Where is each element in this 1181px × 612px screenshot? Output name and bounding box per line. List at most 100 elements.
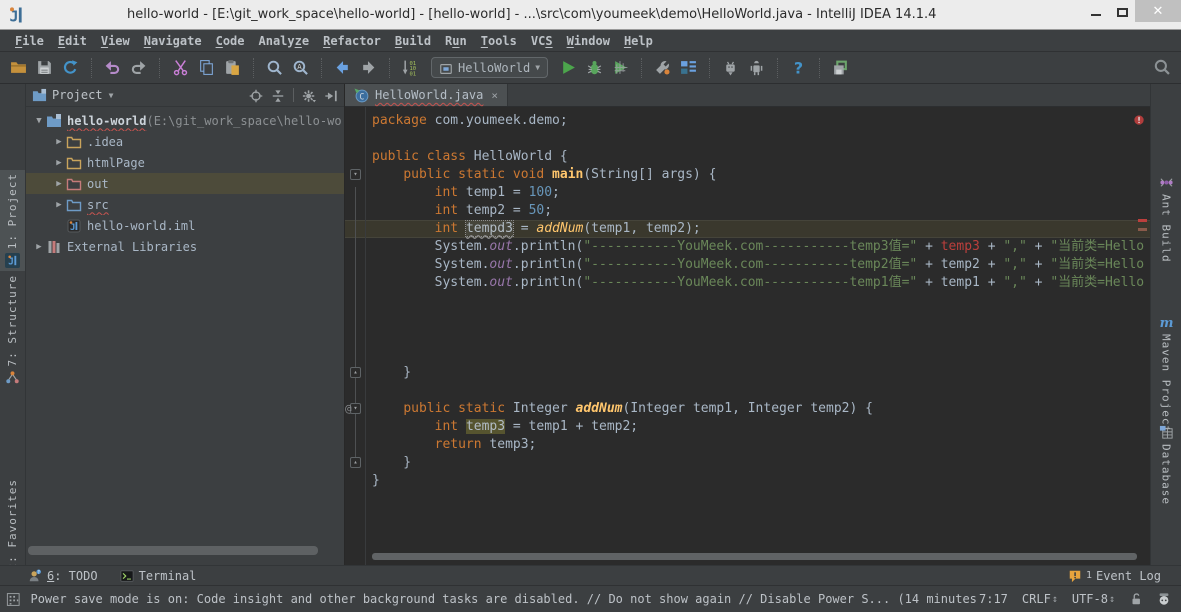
menu-vcs[interactable]: VCS (524, 32, 560, 50)
toolwindow-quick-access-icon[interactable] (6, 592, 20, 607)
event-log-button[interactable]: 1 Event Log (1068, 569, 1161, 583)
install-plugin-icon[interactable] (832, 59, 849, 76)
tree-item--idea[interactable]: ▶.idea (26, 131, 344, 152)
tree-item-external-libraries[interactable]: ▶External Libraries (26, 236, 344, 257)
tree-item-htmlpage[interactable]: ▶htmlPage (26, 152, 344, 173)
menu-edit[interactable]: Edit (51, 32, 94, 50)
caret-position-widget[interactable]: 7:17 (979, 592, 1008, 606)
toolbar-separator (91, 58, 92, 78)
toolbar-separator (777, 58, 778, 78)
fold-collapse-icon[interactable]: ▾ (350, 169, 361, 180)
menu-navigate[interactable]: Navigate (137, 32, 209, 50)
code-editor[interactable]: ▾▴▾▴@ package com.youmeek.demo;public cl… (345, 107, 1150, 565)
status-message[interactable]: Power save mode is on: Code insight and … (30, 592, 979, 606)
tree-collapsed-icon[interactable]: ▶ (52, 158, 66, 168)
replace-icon[interactable]: A (292, 59, 309, 76)
back-icon[interactable] (334, 59, 351, 76)
help-icon[interactable]: ? (790, 59, 807, 76)
tree-item-hello-world[interactable]: ▼hello-world (E:\git_work_space\hello-wo (26, 110, 344, 131)
tab-label: HelloWorld.java (375, 88, 483, 102)
warning-stripe-mark[interactable] (1138, 228, 1147, 231)
menu-analyze[interactable]: Analyze (252, 32, 317, 50)
debug-icon[interactable] (586, 59, 603, 76)
window-controls: ✕ (1083, 0, 1181, 30)
code-line-8: System.out.println("-----------YouMeek.c… (372, 238, 1144, 256)
search-everywhere-icon[interactable] (1153, 58, 1171, 76)
project-structure-icon[interactable] (680, 59, 697, 76)
toolbar-separator (709, 58, 710, 78)
menu-build[interactable]: Build (388, 32, 438, 50)
cut-icon[interactable] (172, 59, 189, 76)
stripe-structure[interactable]: 7: Structure (0, 272, 25, 388)
fold-expand-icon[interactable]: ▴ (350, 367, 361, 378)
open-folder-icon[interactable] (10, 59, 27, 76)
tree-item-hello-world-iml[interactable]: Jhello-world.iml (26, 215, 344, 236)
toolwindow-todo[interactable]: ? 6: TODO (28, 569, 98, 583)
hide-panel-icon[interactable] (324, 88, 338, 102)
code-line-11 (372, 292, 1144, 310)
error-stripe-mark[interactable] (1138, 219, 1147, 222)
project-view-dropdown-icon[interactable]: ▼ (109, 91, 114, 100)
tree-item-out[interactable]: ▶out (26, 173, 344, 194)
project-panel-title[interactable]: Project (52, 88, 103, 102)
menu-tools[interactable]: Tools (474, 32, 524, 50)
android-sdk-icon[interactable] (748, 59, 765, 76)
stripe-project[interactable]: 1: ProjectJ (0, 170, 25, 271)
menu-refactor[interactable]: Refactor (316, 32, 388, 50)
synchronize-icon[interactable] (62, 59, 79, 76)
code-line-9: System.out.println("-----------YouMeek.c… (372, 256, 1144, 274)
encoding-widget[interactable]: UTF-8↕ (1072, 592, 1115, 606)
tree-collapsed-icon[interactable]: ▶ (52, 137, 66, 147)
coverage-icon[interactable] (612, 59, 629, 76)
tab-close-icon[interactable]: × (491, 89, 498, 102)
run-configuration-select[interactable]: HelloWorld▼ (431, 57, 548, 78)
save-icon[interactable] (36, 59, 53, 76)
minimize-button[interactable] (1083, 0, 1109, 22)
stripe-database[interactable]: Database (1151, 422, 1181, 508)
tree-item-label: hello-world (67, 114, 146, 128)
paste-icon[interactable] (224, 59, 241, 76)
code-line-3: public class HelloWorld { (372, 148, 1144, 166)
stripe-label: 2: Favorites (6, 479, 19, 570)
tab-helloworld-java[interactable]: C HelloWorld.java × (345, 84, 508, 106)
undo-icon[interactable] (104, 59, 121, 76)
menu-view[interactable]: View (94, 32, 137, 50)
unlock-icon[interactable] (1129, 592, 1143, 606)
line-separator-widget[interactable]: CRLF↕ (1022, 592, 1058, 606)
menu-code[interactable]: Code (209, 32, 252, 50)
close-button[interactable]: ✕ (1135, 0, 1181, 22)
collapse-all-icon[interactable] (271, 88, 285, 102)
editor-horizontal-scrollbar[interactable] (372, 553, 1137, 560)
menu-run[interactable]: Run (438, 32, 474, 50)
settings-icon[interactable] (654, 59, 671, 76)
tree-collapsed-icon[interactable]: ▶ (52, 200, 66, 210)
avd-manager-icon[interactable] (722, 59, 739, 76)
toolbar-separator (321, 58, 322, 78)
tree-collapsed-icon[interactable]: ▶ (32, 242, 46, 252)
tree-item-src[interactable]: ▶src (26, 194, 344, 215)
gear-icon[interactable] (302, 88, 316, 102)
menu-file[interactable]: File (8, 32, 51, 50)
tree-expanded-icon[interactable]: ▼ (32, 116, 46, 126)
hector-inspector-icon[interactable] (1157, 592, 1171, 606)
updown-icon: ↕ (1109, 594, 1115, 605)
tree-collapsed-icon[interactable]: ▶ (52, 179, 66, 189)
project-horizontal-scrollbar[interactable] (28, 546, 318, 555)
redo-icon[interactable] (130, 59, 147, 76)
sort-lines-icon[interactable]: 011001 (402, 59, 419, 76)
run-icon[interactable] (560, 59, 577, 76)
error-indicator-icon[interactable] (1133, 111, 1145, 123)
menu-window[interactable]: Window (560, 32, 617, 50)
window-title: hello-world - [E:\git_work_space\hello-w… (127, 7, 936, 22)
ant-icon (1159, 175, 1174, 190)
maximize-button[interactable] (1109, 0, 1135, 22)
toolwindow-terminal[interactable]: Terminal (120, 569, 197, 583)
find-icon[interactable] (266, 59, 283, 76)
fold-expand-icon[interactable]: ▴ (350, 457, 361, 468)
copy-icon[interactable] (198, 59, 215, 76)
forward-icon[interactable] (360, 59, 377, 76)
stripe-ant-build[interactable]: Ant Build (1151, 172, 1181, 266)
code-line-14 (372, 346, 1144, 364)
locate-file-icon[interactable] (249, 88, 263, 102)
menu-help[interactable]: Help (617, 32, 660, 50)
